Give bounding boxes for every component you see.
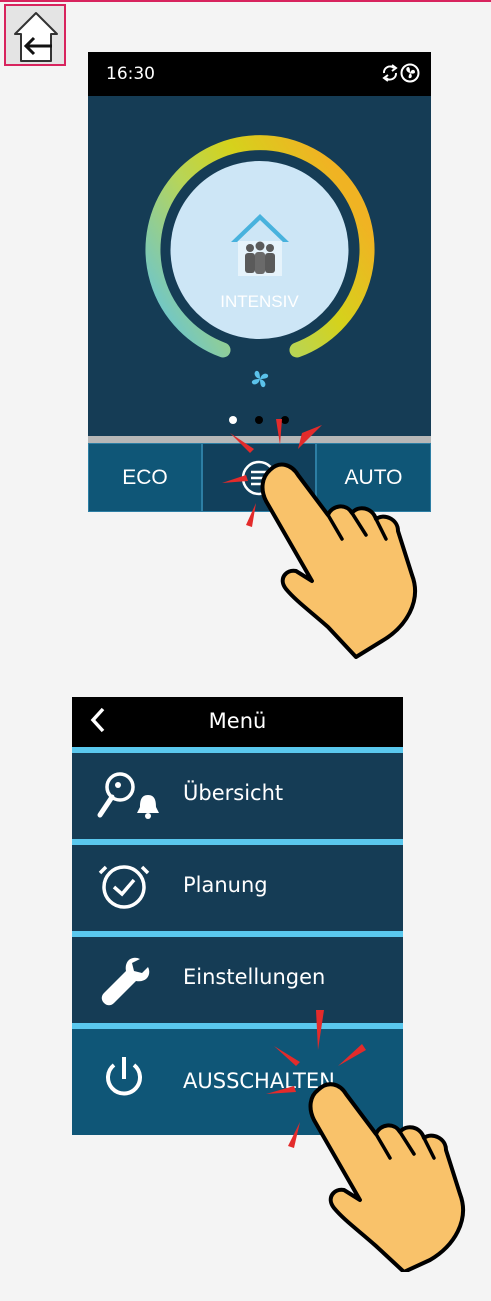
clock-check-icon — [98, 865, 150, 909]
top-accent-line — [0, 0, 491, 2]
status-bar: 16:30 — [88, 52, 431, 96]
wrench-icon — [101, 957, 150, 1006]
power-icon — [106, 1057, 142, 1096]
menu-item-label: Einstellungen — [183, 965, 326, 989]
menu-item-planung[interactable]: Planung — [72, 845, 403, 931]
mode-label: INTENSIV — [220, 292, 299, 311]
eco-button[interactable]: ECO — [88, 443, 202, 512]
menu-title: Menü — [208, 709, 267, 733]
menu-item-uebersicht[interactable]: Übersicht — [72, 753, 403, 839]
tap-hand-icon — [222, 419, 418, 659]
fan-icon — [251, 370, 269, 388]
home-back-button[interactable] — [4, 4, 66, 66]
menu-item-label: Übersicht — [183, 781, 284, 805]
tap-hand-icon — [266, 1010, 466, 1272]
menu-header: Menü — [72, 697, 403, 747]
fan-status-icon — [400, 63, 420, 83]
home-back-icon — [14, 12, 58, 62]
house-family-icon — [231, 214, 289, 276]
sync-icon — [382, 64, 398, 82]
clock: 16:30 — [106, 64, 155, 84]
menu-item-label: Planung — [183, 873, 268, 897]
search-bell-icon — [97, 772, 159, 819]
